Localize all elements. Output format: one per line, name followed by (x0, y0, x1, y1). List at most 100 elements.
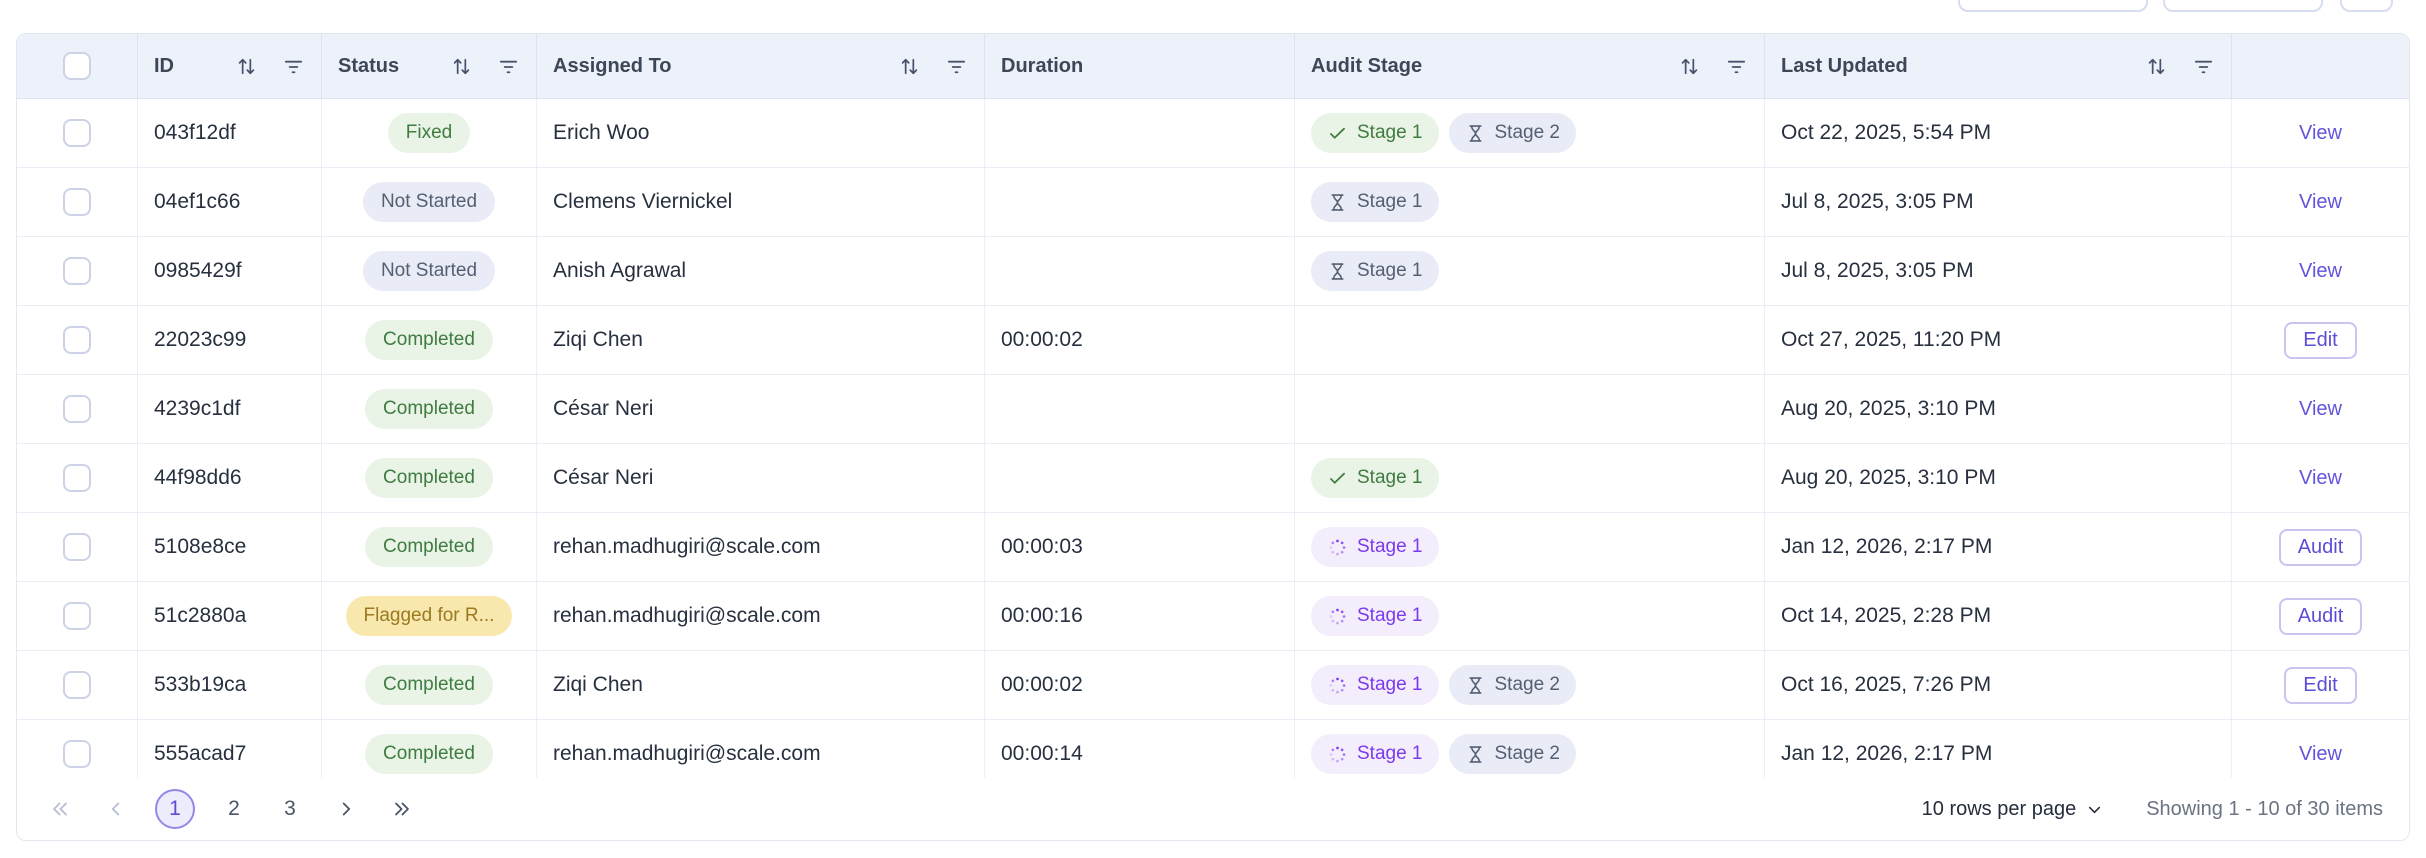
cell-id: 51c2880a (138, 582, 322, 650)
stage-badge-pending: Stage 2 (1448, 734, 1576, 774)
first-page-button[interactable] (43, 792, 77, 826)
cell-audit-stage: Stage 1 Stage 2 (1295, 651, 1765, 719)
toolbar-button-3[interactable] (2340, 0, 2393, 12)
filter-icon[interactable] (945, 55, 968, 78)
hourglass-icon (1468, 745, 1482, 763)
filter-icon[interactable] (2192, 55, 2215, 78)
chevron-left-icon (111, 802, 120, 816)
check-icon (1330, 472, 1345, 484)
view-link[interactable]: View (2299, 467, 2342, 490)
table-row: 5108e8ce Completed rehan.madhugiri@scale… (17, 513, 2409, 582)
table-row: 0985429f Not Started Anish Agrawal Stage… (17, 237, 2409, 306)
row-checkbox[interactable] (63, 533, 91, 561)
cell-assigned-to: Ziqi Chen (537, 651, 985, 719)
status-badge: Flagged for R... (345, 596, 513, 636)
status-badge: Completed (365, 320, 493, 360)
cell-assigned-to: Erich Woo (537, 99, 985, 167)
row-checkbox[interactable] (63, 257, 91, 285)
spinner-dots-icon (1329, 746, 1346, 762)
cell-audit-stage: Stage 1 (1295, 513, 1765, 581)
cell-last-updated: Jan 12, 2026, 2:17 PM (1765, 513, 2232, 581)
audit-button[interactable]: Audit (2278, 528, 2363, 566)
sort-icon[interactable] (2145, 55, 2168, 78)
sort-icon[interactable] (235, 55, 258, 78)
stage-badge-pending: Stage 2 (1448, 113, 1576, 153)
filter-icon[interactable] (497, 55, 520, 78)
chevron-down-icon (2089, 806, 2101, 813)
row-checkbox[interactable] (63, 671, 91, 699)
row-checkbox[interactable] (63, 326, 91, 354)
previous-page-button[interactable] (99, 792, 133, 826)
toolbar-button-1[interactable] (1958, 0, 2148, 12)
next-page-button[interactable] (329, 792, 363, 826)
cell-id: 0985429f (138, 237, 322, 305)
cell-assigned-to: César Neri (537, 375, 985, 443)
row-checkbox[interactable] (63, 740, 91, 768)
column-label-id: ID (154, 54, 174, 77)
status-badge: Not Started (362, 182, 496, 222)
row-checkbox[interactable] (63, 119, 91, 147)
rows-per-page-select[interactable]: 10 rows per page (1922, 798, 2105, 821)
table-row: 043f12df Fixed Erich Woo Stage 1 Stage 2… (17, 99, 2409, 168)
double-chevron-right-icon (395, 802, 409, 816)
stage-badge-in-progress: Stage 1 (1311, 596, 1439, 636)
cell-audit-stage: Stage 1 (1295, 582, 1765, 650)
column-label-status: Status (338, 54, 400, 77)
hourglass-icon (1468, 124, 1482, 142)
row-checkbox[interactable] (63, 395, 91, 423)
select-all-checkbox[interactable] (63, 52, 91, 80)
filter-icon[interactable] (282, 55, 305, 78)
view-link[interactable]: View (2299, 191, 2342, 214)
row-checkbox[interactable] (63, 464, 91, 492)
cell-duration: 00:00:03 (985, 513, 1295, 581)
column-label-last-updated: Last Updated (1781, 54, 1908, 77)
table-header-row: ID Status Assigned To Duration Audit Sta… (17, 34, 2409, 99)
cell-last-updated: Oct 27, 2025, 11:20 PM (1765, 306, 2232, 374)
pagination: 1 2 3 (43, 789, 419, 829)
sort-icon[interactable] (1678, 55, 1701, 78)
view-link[interactable]: View (2299, 743, 2342, 766)
sort-icon[interactable] (450, 55, 473, 78)
cell-last-updated: Jul 8, 2025, 3:05 PM (1765, 168, 2232, 236)
cell-id: 44f98dd6 (138, 444, 322, 512)
edit-button[interactable]: Edit (2284, 666, 2357, 704)
stage-badge-pending: Stage 1 (1311, 182, 1439, 222)
cell-duration: 00:00:02 (985, 306, 1295, 374)
sort-icon[interactable] (898, 55, 921, 78)
edit-button[interactable]: Edit (2284, 321, 2357, 359)
row-checkbox[interactable] (63, 188, 91, 216)
cell-last-updated: Oct 14, 2025, 2:28 PM (1765, 582, 2232, 650)
view-link[interactable]: View (2299, 122, 2342, 145)
cell-id: 22023c99 (138, 306, 322, 374)
table-row: 04ef1c66 Not Started Clemens Viernickel … (17, 168, 2409, 237)
cell-assigned-to: Ziqi Chen (537, 306, 985, 374)
hourglass-icon (1331, 193, 1344, 211)
view-link[interactable]: View (2299, 398, 2342, 421)
status-badge: Completed (365, 734, 493, 774)
cell-duration (985, 375, 1295, 443)
row-checkbox[interactable] (63, 602, 91, 630)
toolbar-button-2[interactable] (2163, 0, 2323, 12)
stage-badge-in-progress: Stage 1 (1311, 665, 1439, 705)
status-badge: Completed (365, 527, 493, 567)
cell-duration (985, 168, 1295, 236)
hourglass-icon (1331, 262, 1344, 280)
page-button-1[interactable]: 1 (155, 789, 195, 829)
last-page-button[interactable] (385, 792, 419, 826)
status-badge: Not Started (362, 251, 496, 291)
cell-assigned-to: Clemens Viernickel (537, 168, 985, 236)
status-badge: Completed (365, 665, 493, 705)
column-header-assigned-to: Assigned To (537, 34, 985, 98)
page-button-3[interactable]: 3 (273, 792, 307, 826)
column-header-last-updated: Last Updated (1765, 34, 2232, 98)
page-button-2[interactable]: 2 (217, 792, 251, 826)
spinner-dots-icon (1329, 608, 1346, 624)
cell-last-updated: Aug 20, 2025, 3:10 PM (1765, 375, 2232, 443)
table-row: 533b19ca Completed Ziqi Chen 00:00:02 St… (17, 651, 2409, 720)
double-chevron-left-icon (53, 802, 67, 816)
table-footer: 1 2 3 10 rows per page Showing 1 - 10 of… (17, 778, 2409, 840)
cell-audit-stage: Stage 1 (1295, 168, 1765, 236)
view-link[interactable]: View (2299, 260, 2342, 283)
audit-button[interactable]: Audit (2278, 597, 2363, 635)
filter-icon[interactable] (1725, 55, 1748, 78)
